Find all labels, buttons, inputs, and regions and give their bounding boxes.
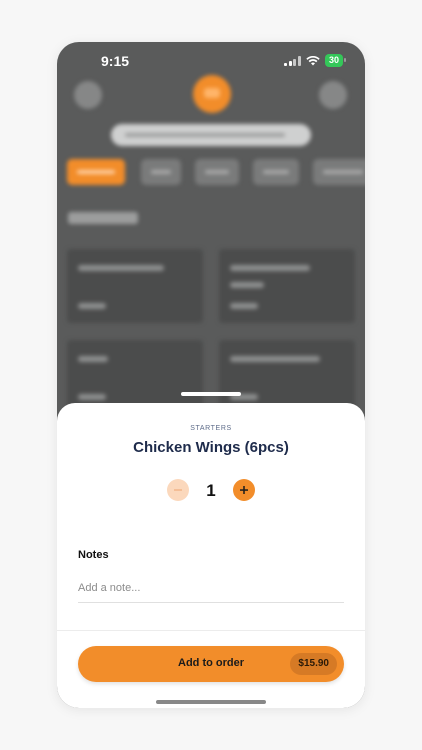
category-tab (313, 159, 365, 185)
info-banner (111, 124, 311, 146)
menu-item-card (219, 249, 355, 323)
battery-icon: 30 (324, 54, 347, 67)
item-category: STARTERS (190, 425, 232, 432)
section-title (68, 212, 138, 224)
plus-icon (240, 486, 248, 494)
notes-input[interactable] (78, 574, 344, 603)
home-indicator (156, 700, 266, 704)
cellular-signal-icon (284, 55, 301, 66)
wifi-icon (306, 55, 320, 65)
search-button (319, 81, 347, 109)
phone-screen: 9:15 30 STARTERS Chicken Wings (6pcs) 1 (57, 42, 365, 708)
category-tab (141, 159, 181, 185)
add-to-order-button[interactable]: Add to order $15.90 (78, 646, 344, 682)
restaurant-logo (193, 75, 231, 113)
increase-quantity-button[interactable] (233, 479, 255, 501)
quantity-stepper: 1 (167, 479, 255, 501)
back-button (74, 81, 102, 109)
category-tab (67, 159, 125, 185)
item-detail-sheet: STARTERS Chicken Wings (6pcs) 1 Notes Ad… (57, 403, 365, 708)
menu-item-card (67, 249, 203, 323)
category-tab (253, 159, 299, 185)
status-time: 9:15 (101, 53, 130, 69)
category-tab (195, 159, 239, 185)
notes-label: Notes (78, 549, 109, 561)
sheet-grabber[interactable] (181, 392, 241, 396)
status-bar: 9:15 30 (57, 42, 365, 78)
divider (57, 630, 365, 631)
price-badge: $15.90 (290, 653, 337, 675)
item-title: Chicken Wings (6pcs) (133, 439, 289, 456)
